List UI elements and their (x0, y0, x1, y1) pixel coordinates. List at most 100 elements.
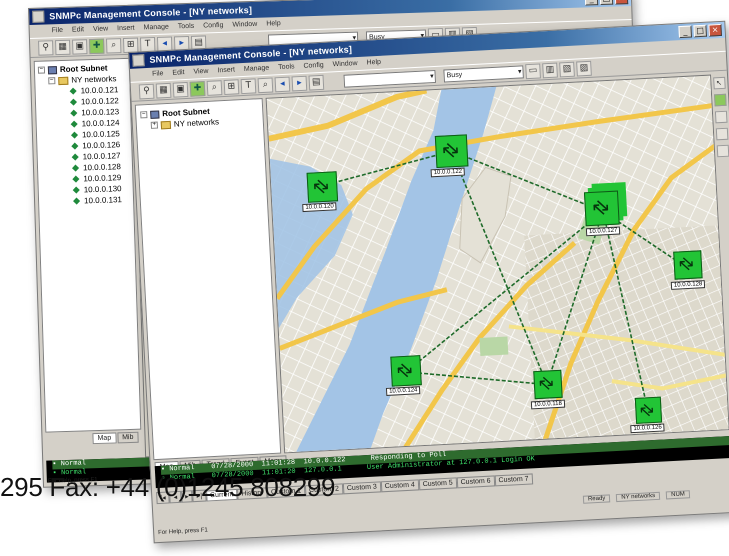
maximize-icon[interactable]: □ (599, 0, 614, 6)
device-icon (71, 153, 79, 161)
tree-item-label: 10.0.0.122 (80, 96, 119, 107)
app-icon (132, 54, 145, 67)
tab-custom-5[interactable]: Custom 5 (418, 476, 457, 490)
menu-help[interactable]: Help (366, 58, 381, 66)
router-icon: ⇄ (391, 357, 418, 384)
map-icon[interactable]: ⊞ (223, 78, 240, 95)
network-node[interactable]: ⇄ (533, 369, 563, 400)
menu-window[interactable]: Window (232, 20, 257, 28)
device-icon (73, 197, 81, 205)
tab-custom-7[interactable]: Custom 7 (494, 472, 533, 486)
network-node[interactable]: ⇄ (634, 396, 663, 424)
tree-item-label: 10.0.0.129 (83, 173, 122, 184)
front-status-combo[interactable]: Busy (443, 64, 524, 83)
binoculars-icon[interactable]: ⚲ (138, 83, 155, 99)
subnet-icon (150, 109, 160, 119)
tab-mib[interactable]: Mib (117, 431, 139, 444)
zoom-icon[interactable]: ⌕ (206, 79, 223, 96)
minimize-icon[interactable]: _ (584, 0, 599, 6)
network-node[interactable]: ⇄ (434, 134, 469, 169)
text-icon[interactable]: T (240, 77, 257, 94)
tree-item-label: 10.0.0.131 (83, 195, 123, 206)
tree-item-label: 10.0.0.126 (82, 140, 121, 151)
tree-item-label: 10.0.0.130 (83, 184, 122, 195)
device-icon (72, 164, 80, 172)
subnet-tool-icon[interactable] (715, 127, 728, 141)
tab-custom-4[interactable]: Custom 4 (380, 478, 420, 492)
menu-config[interactable]: Config (303, 61, 324, 69)
network-node[interactable]: ⇄ (583, 190, 620, 227)
menu-config[interactable]: Config (203, 21, 223, 29)
lock-icon[interactable]: ▣ (71, 38, 88, 55)
tree-item[interactable]: 10.0.0.131 (42, 194, 130, 208)
add-node-icon[interactable] (713, 93, 727, 107)
subnet-icon (47, 65, 58, 74)
map-icon[interactable]: ⊞ (122, 37, 139, 53)
menu-edit[interactable]: Edit (72, 26, 84, 33)
status-ready: Ready (582, 494, 611, 504)
device-icon (70, 131, 79, 139)
tree-item-label: 10.0.0.128 (82, 162, 121, 173)
device-icon (70, 120, 78, 128)
arrow-left-icon[interactable]: ◂ (274, 76, 291, 92)
front-tree-pane: − Root Subnet + NY networks (134, 98, 282, 461)
goto-tool-icon[interactable] (716, 144, 729, 158)
menu-view[interactable]: View (93, 25, 108, 32)
node-icon[interactable]: ✚ (189, 80, 206, 97)
front-window: SNMPc Management Console - [NY networks]… (128, 20, 729, 544)
tree-item-label: 10.0.0.121 (80, 85, 119, 96)
back-tree-pane: − Root Subnet − NY networks 10.0.0.121 10.… (33, 57, 142, 433)
device-icon (70, 109, 78, 117)
menu-manage[interactable]: Manage (244, 64, 270, 72)
menu-file[interactable]: File (152, 70, 164, 78)
lock-icon[interactable]: ▣ (172, 81, 189, 98)
menu-help[interactable]: Help (266, 20, 281, 27)
menu-view[interactable]: View (193, 67, 208, 75)
menu-insert[interactable]: Insert (217, 66, 235, 74)
router-icon: ⇄ (674, 251, 698, 277)
network-node[interactable]: ⇄ (390, 355, 422, 387)
fax-number-text: 295 Fax: +44 (0)1245 808299 (0, 472, 336, 502)
binoculars-icon[interactable]: ⚲ (38, 39, 54, 56)
arrange-icon[interactable]: ▨ (576, 60, 592, 77)
router-icon: ⇄ (635, 398, 659, 422)
minimize-icon[interactable]: _ (678, 25, 693, 39)
router-icon: ⇄ (308, 173, 334, 200)
menu-window[interactable]: Window (333, 60, 358, 68)
grid-icon[interactable]: ▦ (55, 39, 71, 55)
tree-folder-label: NY networks (71, 74, 117, 85)
close-icon[interactable]: × (614, 0, 629, 5)
close-icon[interactable]: × (708, 23, 722, 37)
back-tree-tabs: Map Mib (92, 431, 139, 445)
app-icon (32, 10, 45, 23)
device-icon (71, 142, 79, 150)
device-icon (69, 87, 77, 95)
cascade-icon[interactable]: ▧ (559, 61, 575, 77)
tab-custom-6[interactable]: Custom 6 (456, 474, 495, 488)
front-view-combo[interactable] (343, 69, 437, 88)
tile-icon[interactable]: ▥ (542, 62, 558, 78)
menu-insert[interactable]: Insert (117, 24, 135, 32)
zoom-icon[interactable]: ⌕ (105, 37, 122, 54)
search-icon[interactable]: ⌕ (257, 76, 274, 93)
network-node[interactable]: ⇄ (306, 171, 339, 203)
link-tool-icon[interactable] (714, 110, 728, 124)
menu-manage[interactable]: Manage (143, 23, 169, 31)
tree-item-label: 10.0.0.124 (81, 118, 120, 129)
maximize-icon[interactable]: □ (693, 24, 707, 38)
menu-tools[interactable]: Tools (178, 22, 195, 30)
tab-map[interactable]: Map (92, 432, 117, 445)
network-map[interactable]: ⇄ 10.0.0.120 ⇄ 10.0.0.122 ⇄ 10.0.0.127 ⇄… (265, 74, 729, 454)
folder-icon[interactable]: ▤ (308, 74, 325, 91)
menu-edit[interactable]: Edit (172, 69, 184, 77)
pointer-icon[interactable]: ↖ (712, 76, 726, 90)
grid-icon[interactable]: ▦ (155, 82, 172, 99)
network-node[interactable]: ⇄ (673, 250, 703, 280)
arrow-right-icon[interactable]: ▸ (291, 75, 308, 91)
node-icon[interactable]: ✚ (88, 38, 105, 54)
menu-file[interactable]: File (52, 26, 63, 33)
device-icon (69, 98, 78, 106)
tab-custom-3[interactable]: Custom 3 (342, 480, 382, 494)
window-icon[interactable]: ▭ (525, 62, 541, 79)
menu-tools[interactable]: Tools (278, 63, 295, 71)
